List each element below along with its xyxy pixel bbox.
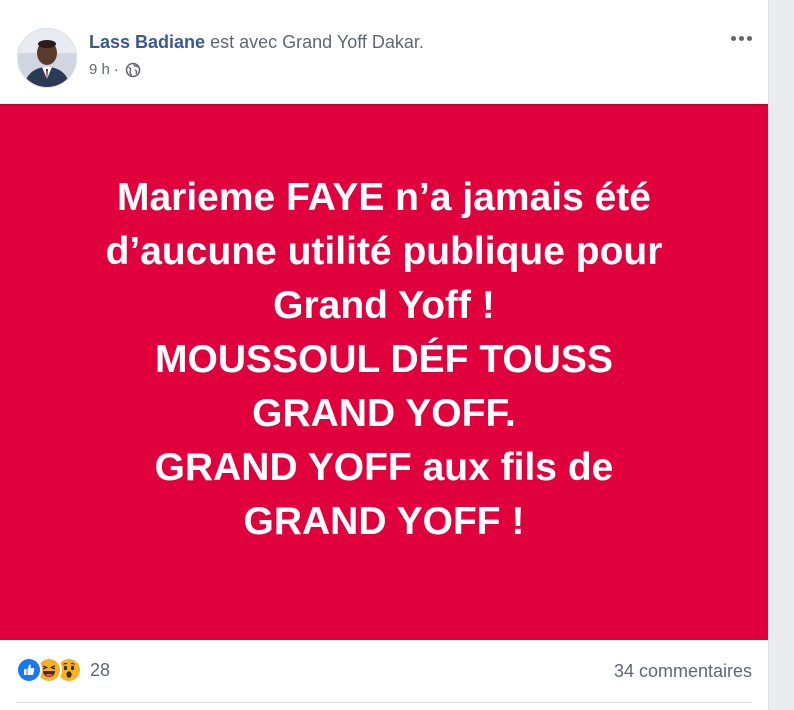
author-name-link[interactable]: Lass Badiane bbox=[89, 32, 205, 52]
place-link[interactable]: Grand Yoff Dakar. bbox=[282, 32, 424, 52]
globe-icon[interactable] bbox=[125, 62, 141, 78]
author-line: Lass Badiane est avec Grand Yoff Dakar. bbox=[89, 32, 424, 53]
more-options-button[interactable] bbox=[726, 26, 756, 50]
more-dot-icon bbox=[746, 35, 752, 41]
like-icon bbox=[16, 657, 42, 683]
avatar-picture bbox=[18, 29, 76, 87]
image-text-line: MOUSSOUL DÉF TOUSS bbox=[155, 338, 613, 381]
post-image[interactable]: Marieme FAYE n’a jamais été d’aucune uti… bbox=[0, 104, 768, 640]
with-text: est avec bbox=[210, 32, 278, 52]
meta-separator: · bbox=[113, 61, 119, 78]
reactions-summary[interactable]: 28 bbox=[16, 657, 110, 683]
post-time-link[interactable]: 9 h bbox=[89, 61, 110, 78]
image-text-line: d’aucune utilité publique pour bbox=[105, 230, 663, 273]
avatar[interactable] bbox=[17, 28, 77, 88]
post-footer: 28 34 commentaires bbox=[0, 640, 768, 710]
image-text-line: Grand Yoff ! bbox=[273, 284, 495, 327]
post-header: Lass Badiane est avec Grand Yoff Dakar. … bbox=[0, 0, 768, 104]
post-card: Lass Badiane est avec Grand Yoff Dakar. … bbox=[0, 0, 769, 710]
image-text-line: GRAND YOFF ! bbox=[243, 500, 525, 543]
more-dot-icon bbox=[738, 35, 744, 41]
more-dot-icon bbox=[730, 35, 736, 41]
comments-count-link[interactable]: 34 commentaires bbox=[614, 661, 752, 682]
reaction-count[interactable]: 28 bbox=[90, 660, 110, 681]
image-text-line: GRAND YOFF. bbox=[252, 392, 516, 435]
post-meta: 9 h · bbox=[89, 61, 141, 78]
image-text-line: GRAND YOFF aux fils de bbox=[154, 446, 614, 489]
image-text-line: Marieme FAYE n’a jamais été bbox=[116, 176, 651, 219]
post-image-text: Marieme FAYE n’a jamais été d’aucune uti… bbox=[106, 171, 663, 549]
footer-divider bbox=[16, 702, 752, 703]
